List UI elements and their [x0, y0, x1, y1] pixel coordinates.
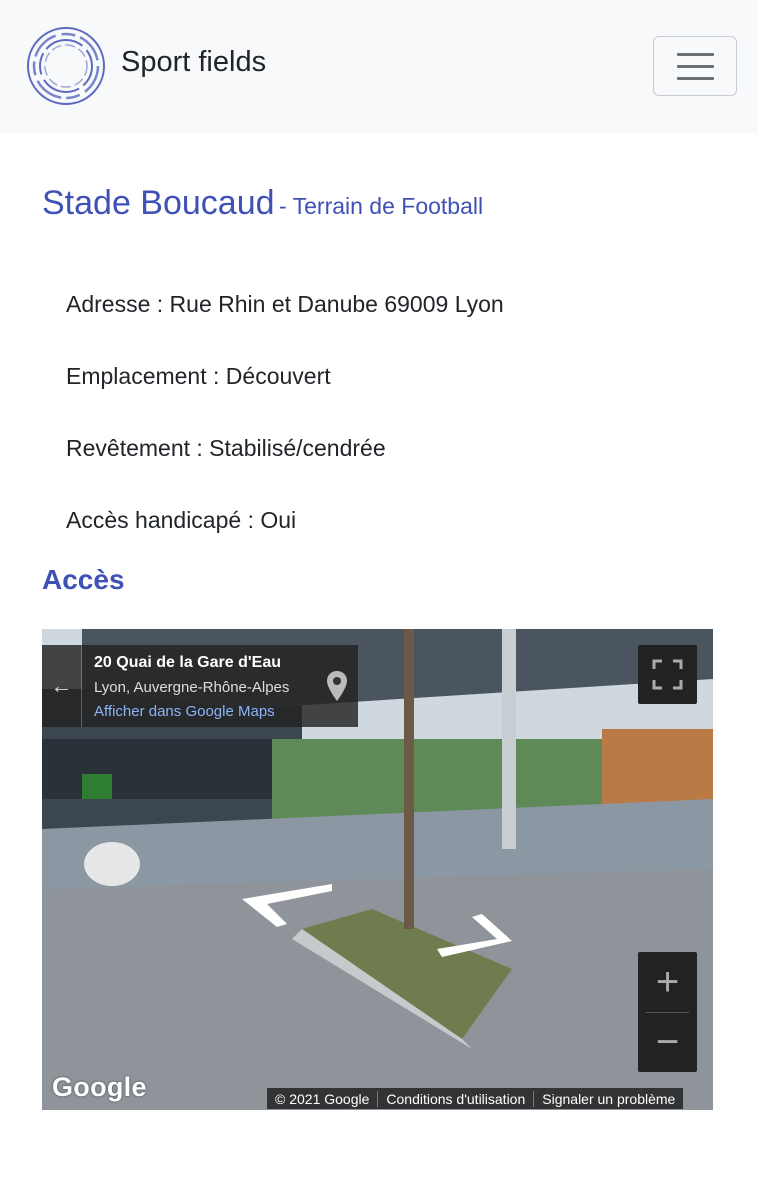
- map-attribution-bar: © 2021 Google Conditions d'utilisation S…: [267, 1088, 684, 1109]
- circle-logo-icon[interactable]: [25, 26, 107, 106]
- field-name: Stade Boucaud: [42, 184, 275, 222]
- copyright-text: © 2021 Google: [275, 1090, 370, 1107]
- google-logo: Google: [52, 1072, 147, 1102]
- detail-location: Emplacement : Découvert: [66, 363, 331, 389]
- terms-link[interactable]: Conditions d'utilisation: [377, 1090, 533, 1107]
- google-maps-link[interactable]: Afficher dans Google Maps: [94, 703, 275, 720]
- hamburger-menu-button[interactable]: [653, 36, 737, 96]
- page-title: Stade Boucaud - Terrain de Football: [42, 184, 483, 223]
- map-pin-icon[interactable]: [327, 671, 347, 701]
- detail-surface: Revêtement : Stabilisé/cendrée: [66, 435, 386, 461]
- fullscreen-button[interactable]: [638, 645, 697, 704]
- fullscreen-icon: [652, 659, 683, 690]
- navbar: Sport fields: [0, 0, 758, 133]
- back-arrow-icon[interactable]: ←: [42, 645, 82, 727]
- street-view-address: 20 Quai de la Gare d'Eau: [94, 654, 281, 671]
- detail-address: Adresse : Rue Rhin et Danube 69009 Lyon: [66, 291, 504, 317]
- detail-accessibility: Accès handicapé : Oui: [66, 507, 297, 533]
- report-problem-link[interactable]: Signaler un problème: [533, 1090, 683, 1107]
- access-heading: Accès: [42, 564, 125, 595]
- zoom-in-button[interactable]: +: [638, 952, 697, 1012]
- field-type: - Terrain de Football: [278, 193, 484, 219]
- zoom-controls: + −: [638, 952, 697, 1072]
- street-view-panel[interactable]: ← 20 Quai de la Gare d'Eau Lyon, Auvergn…: [42, 629, 713, 1110]
- brand-name[interactable]: Sport fields: [121, 44, 266, 80]
- address-card: ← 20 Quai de la Gare d'Eau Lyon, Auvergn…: [42, 645, 358, 727]
- street-view-region: Lyon, Auvergne-Rhône-Alpes: [94, 679, 290, 696]
- zoom-out-button[interactable]: −: [638, 1012, 697, 1072]
